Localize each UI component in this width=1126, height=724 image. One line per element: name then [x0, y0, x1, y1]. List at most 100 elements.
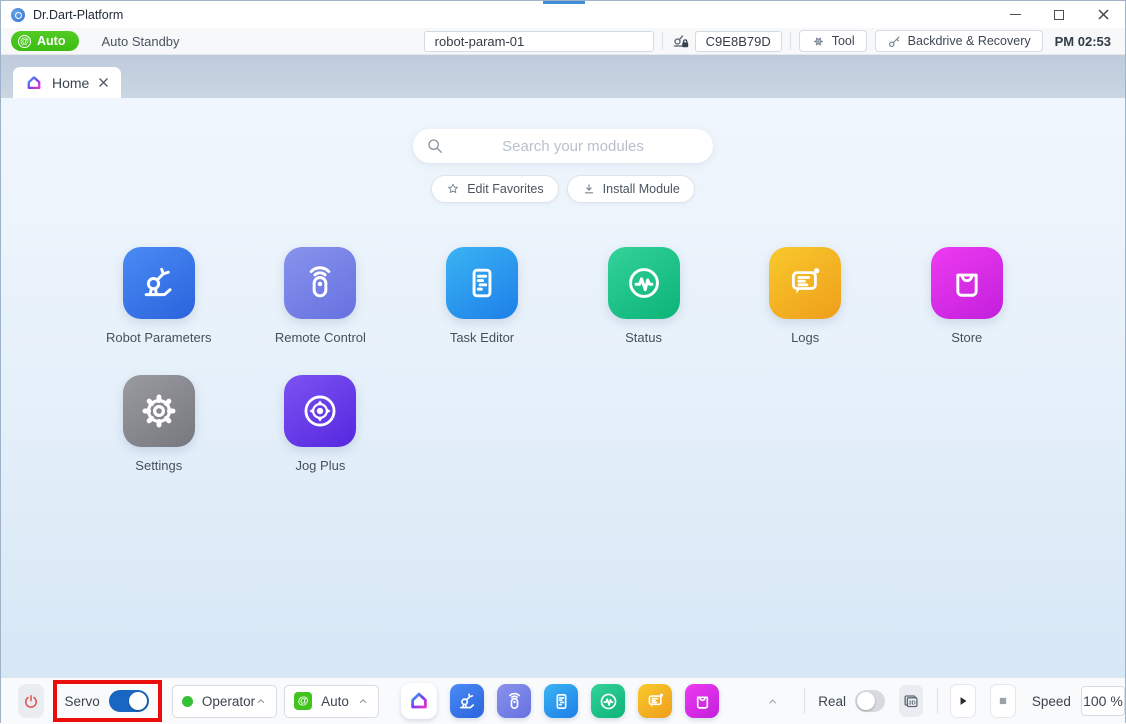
- taskbar-task-editor-icon[interactable]: [544, 684, 578, 718]
- backdrive-recovery-label: Backdrive & Recovery: [908, 34, 1031, 48]
- window-title: Dr.Dart-Platform: [33, 8, 123, 22]
- real-toggle[interactable]: [855, 690, 885, 712]
- robot-name-input[interactable]: [424, 31, 654, 52]
- servo-highlight-box: Servo: [53, 680, 162, 722]
- module-grid: Robot Parameters Remote Control: [78, 247, 1048, 473]
- taskbar-logs-icon[interactable]: [638, 684, 672, 718]
- real-mode-label: Real: [818, 694, 846, 709]
- robot-lock-icon: [671, 31, 691, 51]
- power-button[interactable]: [18, 684, 44, 718]
- taskbar-collapse-chevron-icon[interactable]: [767, 694, 778, 709]
- module-logs[interactable]: Logs: [724, 247, 886, 345]
- tool-button[interactable]: Tool: [799, 30, 867, 52]
- power-icon: [22, 692, 40, 710]
- servo-toggle[interactable]: [109, 690, 149, 712]
- module-search-bar[interactable]: [413, 129, 713, 163]
- star-icon: [446, 182, 460, 196]
- search-icon: [425, 136, 445, 156]
- module-label: Jog Plus: [295, 458, 345, 473]
- robot-mode-dropdown[interactable]: @ Auto: [284, 685, 379, 718]
- play-icon: [956, 694, 970, 708]
- clock-text: PM 02:53: [1055, 34, 1111, 49]
- maximize-button[interactable]: [1037, 1, 1081, 28]
- module-label: Robot Parameters: [106, 330, 212, 345]
- module-label: Remote Control: [275, 330, 366, 345]
- robot-mode-value: Auto: [321, 694, 349, 709]
- module-jog-plus[interactable]: Jog Plus: [240, 375, 402, 473]
- maximize-icon: [1054, 10, 1064, 20]
- module-settings[interactable]: Settings: [78, 375, 240, 473]
- top-edge-accent: [543, 1, 585, 4]
- backdrive-recovery-button[interactable]: Backdrive & Recovery: [875, 30, 1043, 52]
- tab-home[interactable]: Home: [13, 67, 121, 98]
- store-icon: [931, 247, 1003, 319]
- robot-parameters-icon: [123, 247, 195, 319]
- tab-strip: Home: [1, 55, 1125, 98]
- title-bar: Dr.Dart-Platform: [1, 1, 1125, 28]
- module-label: Store: [951, 330, 982, 345]
- chevron-up-icon: [357, 695, 369, 707]
- backdrive-key-icon: [887, 34, 902, 49]
- controller-serial-button[interactable]: C9E8B79D: [695, 31, 782, 52]
- home-content: Edit Favorites Install Module R: [1, 98, 1125, 677]
- chevron-up-icon: [255, 695, 267, 707]
- auto-mode-mini-badge: @: [294, 692, 312, 710]
- module-remote-control[interactable]: Remote Control: [240, 247, 402, 345]
- gear-icon: [811, 34, 826, 49]
- window-controls: [993, 1, 1125, 28]
- speed-value-box[interactable]: 100 %: [1081, 686, 1125, 716]
- module-label: Status: [625, 330, 662, 345]
- statusbar-divider: [804, 688, 805, 714]
- module-robot-parameters[interactable]: Robot Parameters: [78, 247, 240, 345]
- operator-status-dot: [182, 696, 193, 707]
- tab-close-icon[interactable]: [98, 77, 109, 88]
- play-button[interactable]: [950, 684, 976, 718]
- module-actions-row: Edit Favorites Install Module: [1, 175, 1125, 203]
- task-editor-icon: [446, 247, 518, 319]
- module-label: Settings: [135, 458, 182, 473]
- tab-home-label: Home: [52, 75, 89, 91]
- install-module-button[interactable]: Install Module: [567, 175, 695, 203]
- statusbar-divider: [937, 688, 938, 714]
- edit-favorites-button[interactable]: Edit Favorites: [431, 175, 558, 203]
- app-logo-icon: [11, 8, 25, 22]
- user-role-value: Operator: [202, 694, 255, 709]
- logs-icon: [769, 247, 841, 319]
- toolbar-divider: [790, 32, 791, 50]
- taskbar-home-icon[interactable]: [401, 683, 437, 719]
- controller-serial-value: C9E8B79D: [706, 34, 771, 49]
- taskbar-robot-parameters-icon[interactable]: [450, 684, 484, 718]
- real-toggle-knob: [857, 692, 875, 710]
- home-icon: [25, 74, 43, 92]
- module-task-editor[interactable]: Task Editor: [401, 247, 563, 345]
- taskbar-status-icon[interactable]: [591, 684, 625, 718]
- search-input[interactable]: [445, 138, 701, 155]
- servo-toggle-knob: [129, 692, 147, 710]
- taskbar-store-icon[interactable]: [685, 684, 719, 718]
- speed-label: Speed: [1032, 694, 1071, 709]
- simulator-3d-icon: 3D: [901, 691, 921, 711]
- close-button[interactable]: [1081, 1, 1125, 28]
- module-taskbar: [401, 683, 719, 719]
- stop-button[interactable]: [990, 684, 1016, 718]
- minimize-button[interactable]: [993, 1, 1037, 28]
- robot-status-text: Auto Standby: [101, 34, 179, 49]
- module-status[interactable]: Status: [563, 247, 725, 345]
- minimize-icon: [1010, 14, 1021, 16]
- simulator-3d-button[interactable]: 3D: [899, 685, 923, 717]
- user-role-dropdown[interactable]: Operator: [172, 685, 277, 718]
- status-bar: Servo Operator @ Auto: [1, 677, 1125, 724]
- auto-mode-badge[interactable]: @ Auto: [11, 31, 79, 51]
- taskbar-remote-control-icon[interactable]: [497, 684, 531, 718]
- module-store[interactable]: Store: [886, 247, 1048, 345]
- servo-label: Servo: [65, 694, 100, 709]
- svg-text:3D: 3D: [909, 700, 916, 706]
- edit-favorites-label: Edit Favorites: [467, 182, 543, 196]
- speed-value: 100 %: [1083, 693, 1123, 709]
- remote-control-icon: [284, 247, 356, 319]
- top-toolbar: @ Auto Auto Standby C9E8B79D Tool: [1, 28, 1125, 55]
- module-label: Logs: [791, 330, 819, 345]
- install-module-label: Install Module: [603, 182, 680, 196]
- jog-plus-icon: [284, 375, 356, 447]
- status-icon: [608, 247, 680, 319]
